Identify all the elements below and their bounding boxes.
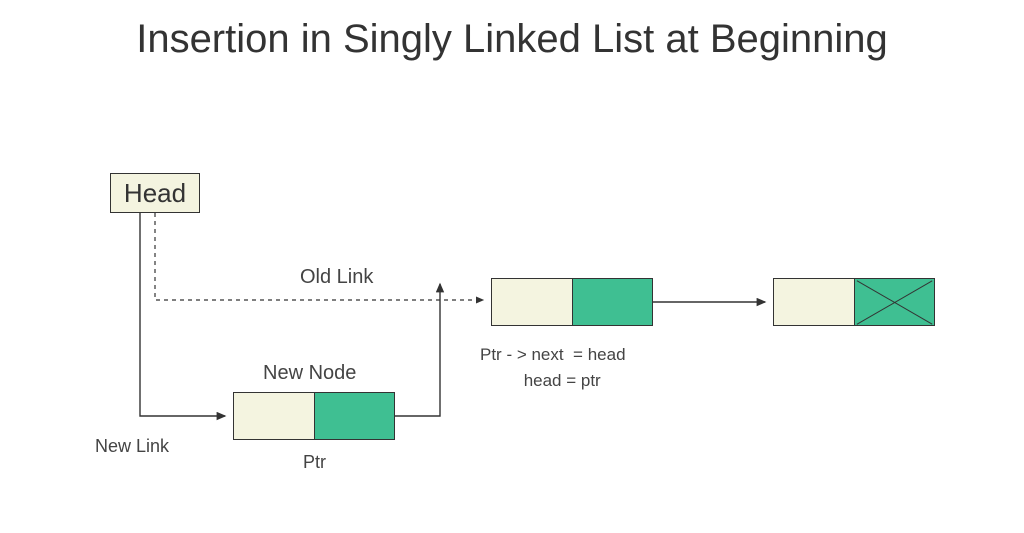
new-link-arrow bbox=[140, 213, 225, 416]
diagram-title: Insertion in Singly Linked List at Begin… bbox=[0, 14, 1024, 64]
existing-node-2 bbox=[773, 278, 935, 326]
data-cell bbox=[492, 279, 572, 325]
head-box-label: Head bbox=[124, 178, 186, 209]
existing-node-1 bbox=[491, 278, 653, 326]
head-box: Head bbox=[110, 173, 200, 213]
new-link-label: New Link bbox=[95, 436, 169, 457]
pointer-cell bbox=[572, 279, 653, 325]
code-annotation: Ptr - > next = head head = ptr bbox=[480, 342, 626, 393]
new-node bbox=[233, 392, 395, 440]
pointer-cell bbox=[314, 393, 395, 439]
ptr-label: Ptr bbox=[303, 452, 326, 473]
new-node-next-arrow bbox=[395, 284, 440, 416]
null-pointer-cell bbox=[854, 279, 935, 325]
old-link-label: Old Link bbox=[300, 266, 373, 289]
data-cell bbox=[234, 393, 314, 439]
new-node-label: New Node bbox=[263, 362, 356, 385]
diagram-canvas: Insertion in Singly Linked List at Begin… bbox=[0, 0, 1024, 533]
data-cell bbox=[774, 279, 854, 325]
